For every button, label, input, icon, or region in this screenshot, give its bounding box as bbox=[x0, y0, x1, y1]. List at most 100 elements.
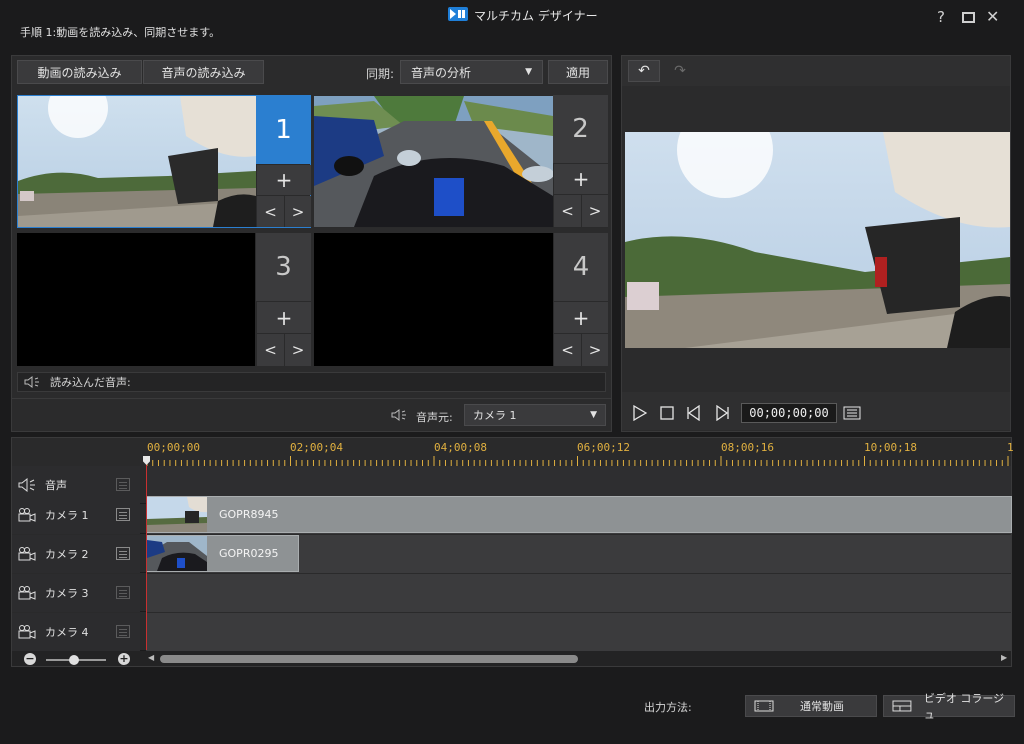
scroll-right-arrow[interactable]: ▶ bbox=[1001, 653, 1007, 662]
ruler-tick-label: 04;00;08 bbox=[434, 441, 487, 454]
import-video-button[interactable]: 動画の読み込み bbox=[17, 60, 142, 84]
camera-3-next-button[interactable]: > bbox=[285, 334, 311, 366]
camera-3-number[interactable]: 3 bbox=[256, 233, 311, 301]
camera-cell-1[interactable]: 1 + < > bbox=[17, 95, 311, 228]
playhead-line[interactable] bbox=[146, 458, 147, 650]
track-camera-3-header: カメラ 3 bbox=[12, 574, 140, 612]
horizontal-scrollbar-thumb[interactable] bbox=[160, 655, 578, 663]
camera-icon bbox=[18, 586, 36, 600]
track-camera-3-label: カメラ 3 bbox=[45, 587, 89, 600]
camera-1-number[interactable]: 1 bbox=[256, 96, 311, 164]
speaker-icon bbox=[391, 409, 406, 421]
track-camera-1-label: カメラ 1 bbox=[45, 509, 89, 522]
imported-audio-bar[interactable]: 読み込んだ音声: bbox=[17, 372, 606, 392]
ruler-tick-label: 1 bbox=[1007, 441, 1014, 454]
track-camera-2: カメラ 2 GOPR0295 bbox=[12, 535, 1011, 573]
clip-gopr0295[interactable]: GOPR0295 bbox=[146, 535, 299, 572]
video-frame-icon bbox=[754, 700, 774, 712]
zoom-slider-thumb[interactable] bbox=[69, 655, 79, 665]
camera-4-next-button[interactable]: > bbox=[582, 334, 608, 366]
import-audio-button[interactable]: 音声の読み込み bbox=[143, 60, 264, 84]
camera-2-prev-button[interactable]: < bbox=[554, 195, 581, 227]
track-list-icon[interactable] bbox=[116, 586, 130, 599]
camera-3-empty-preview bbox=[17, 233, 255, 366]
undo-button[interactable]: ↶ bbox=[628, 60, 660, 82]
stop-icon[interactable] bbox=[660, 406, 674, 420]
track-camera-2-label: カメラ 2 bbox=[45, 548, 89, 561]
timecode-display[interactable]: 00;00;00;00 bbox=[741, 403, 837, 423]
camera-2-number[interactable]: 2 bbox=[553, 95, 608, 163]
camera-4-number[interactable]: 4 bbox=[554, 233, 608, 301]
main-preview-video bbox=[625, 132, 1010, 348]
track-camera-3: カメラ 3 bbox=[12, 574, 1011, 612]
step-instruction: 手順 1:動画を読み込み、同期させます。 bbox=[20, 26, 221, 39]
ruler-tick-label: 08;00;16 bbox=[721, 441, 774, 454]
speaker-icon bbox=[18, 478, 35, 492]
collage-layout-icon bbox=[892, 700, 912, 712]
sync-method-value: 音声の分析 bbox=[411, 65, 472, 80]
ruler-tick-label: 06;00;12 bbox=[577, 441, 630, 454]
zoom-in-button[interactable]: + bbox=[118, 653, 130, 665]
apply-button[interactable]: 適用 bbox=[548, 60, 608, 84]
camera-cell-2[interactable]: 2 + < > bbox=[314, 95, 608, 228]
track-list-icon[interactable] bbox=[116, 547, 130, 560]
camera-3-prev-button[interactable]: < bbox=[257, 334, 284, 366]
camera-cell-4[interactable]: 4 + < > bbox=[314, 233, 608, 366]
video-collage-button[interactable]: ビデオ コラージュ bbox=[883, 692, 1015, 721]
camera-4-prev-button[interactable]: < bbox=[554, 334, 581, 366]
app-logo-icon bbox=[448, 7, 468, 21]
camera-icon bbox=[18, 508, 36, 522]
help-button[interactable]: ? bbox=[937, 8, 945, 26]
camera-2-next-button[interactable]: > bbox=[582, 195, 608, 227]
track-list-icon[interactable] bbox=[116, 478, 130, 491]
track-camera-1-header: カメラ 1 bbox=[12, 496, 140, 534]
camera-2-add-button[interactable]: + bbox=[554, 164, 608, 194]
clip-gopr8945[interactable]: GOPR8945 bbox=[146, 496, 1012, 533]
camera-cell-3[interactable]: 3 + < > bbox=[17, 233, 311, 366]
normal-video-label: 通常動画 bbox=[800, 700, 844, 713]
camera-1-next-button[interactable]: > bbox=[285, 196, 311, 227]
maximize-button[interactable] bbox=[962, 12, 975, 23]
chevron-down-icon: ▼ bbox=[525, 67, 532, 77]
next-frame-icon[interactable] bbox=[714, 405, 730, 421]
track-camera-2-header: カメラ 2 bbox=[12, 535, 140, 573]
track-audio-label: 音声 bbox=[45, 479, 67, 492]
track-camera-1-lane[interactable]: GOPR8945 bbox=[146, 496, 1012, 534]
camera-4-empty-preview bbox=[314, 233, 553, 366]
imported-audio-label: 読み込んだ音声: bbox=[50, 376, 131, 389]
clip-name: GOPR8945 bbox=[219, 508, 279, 521]
track-list-icon[interactable] bbox=[116, 508, 130, 521]
settings-list-icon[interactable] bbox=[843, 406, 861, 420]
track-list-icon[interactable] bbox=[116, 625, 130, 638]
ruler-tick-label: 02;00;04 bbox=[290, 441, 343, 454]
scroll-left-arrow[interactable]: ◀ bbox=[148, 653, 154, 662]
track-camera-1: カメラ 1 GOPR8945 bbox=[12, 496, 1012, 534]
track-camera-3-lane[interactable] bbox=[146, 574, 1011, 612]
audio-source-label: 音声元: bbox=[416, 411, 453, 424]
camera-icon bbox=[18, 547, 36, 561]
camera-4-add-button[interactable]: + bbox=[554, 302, 608, 333]
clip-thumbnail bbox=[147, 497, 207, 532]
previous-frame-icon[interactable] bbox=[686, 405, 702, 421]
sync-method-select[interactable]: 音声の分析 ▼ bbox=[400, 60, 543, 84]
track-camera-2-lane[interactable]: GOPR0295 bbox=[146, 535, 1011, 573]
play-icon[interactable] bbox=[633, 405, 647, 421]
camera-1-prev-button[interactable]: < bbox=[257, 196, 284, 227]
app-title: マルチカム デザイナー bbox=[474, 9, 598, 23]
camera-1-add-button[interactable]: + bbox=[257, 165, 311, 195]
redo-button[interactable]: ↷ bbox=[664, 60, 696, 82]
output-method-label: 出力方法: bbox=[644, 701, 692, 714]
audio-source-select[interactable]: カメラ 1 ▼ bbox=[464, 404, 606, 426]
normal-video-button[interactable]: 通常動画 bbox=[745, 695, 877, 717]
close-button[interactable]: ✕ bbox=[986, 7, 999, 26]
camera-3-add-button[interactable]: + bbox=[257, 302, 311, 333]
ruler-tick-label: 10;00;18 bbox=[864, 441, 917, 454]
camera-1-thumbnail bbox=[18, 96, 256, 227]
camera-icon bbox=[18, 625, 36, 639]
sync-label: 同期: bbox=[366, 67, 395, 81]
zoom-out-button[interactable]: − bbox=[24, 653, 36, 665]
video-collage-label: ビデオ コラージュ bbox=[923, 692, 1005, 721]
track-camera-4-lane[interactable] bbox=[146, 613, 1011, 651]
audio-source-value: カメラ 1 bbox=[473, 409, 517, 422]
chevron-down-icon: ▼ bbox=[590, 410, 597, 420]
